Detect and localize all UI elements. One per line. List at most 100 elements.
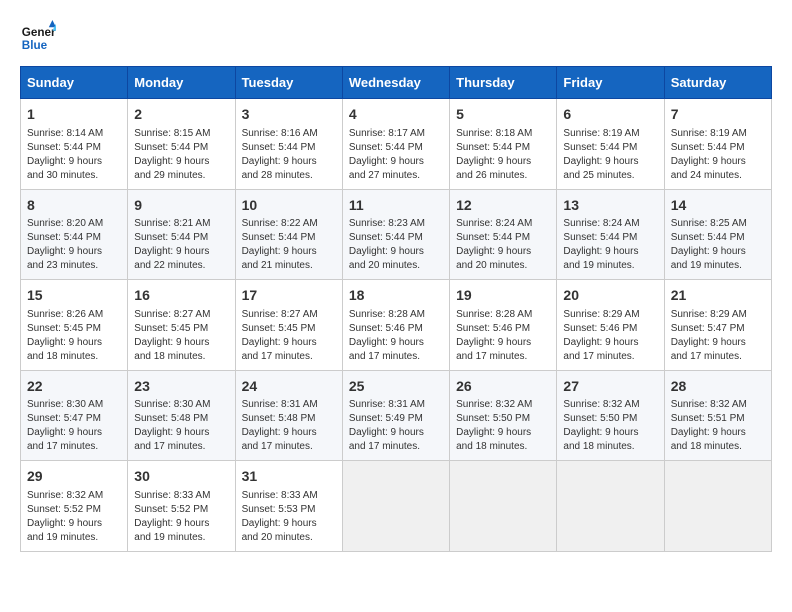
day-number: 13 — [563, 196, 657, 216]
calendar-cell: 15 Sunrise: 8:26 AM Sunset: 5:45 PM Dayl… — [21, 280, 128, 371]
calendar-cell — [664, 461, 771, 552]
day-header-sunday: Sunday — [21, 67, 128, 99]
day-number: 20 — [563, 286, 657, 306]
day-info: Sunrise: 8:24 AM Sunset: 5:44 PM Dayligh… — [563, 217, 657, 273]
calendar-cell: 4 Sunrise: 8:17 AM Sunset: 5:44 PM Dayli… — [342, 99, 449, 190]
calendar-cell: 7 Sunrise: 8:19 AM Sunset: 5:44 PM Dayli… — [664, 99, 771, 190]
day-info: Sunrise: 8:18 AM Sunset: 5:44 PM Dayligh… — [456, 127, 550, 183]
day-info: Sunrise: 8:29 AM Sunset: 5:46 PM Dayligh… — [563, 308, 657, 364]
day-number: 24 — [242, 377, 336, 397]
calendar-cell: 22 Sunrise: 8:30 AM Sunset: 5:47 PM Dayl… — [21, 370, 128, 461]
day-number: 27 — [563, 377, 657, 397]
calendar-cell: 13 Sunrise: 8:24 AM Sunset: 5:44 PM Dayl… — [557, 189, 664, 280]
day-info: Sunrise: 8:23 AM Sunset: 5:44 PM Dayligh… — [349, 217, 443, 273]
calendar-cell: 30 Sunrise: 8:33 AM Sunset: 5:52 PM Dayl… — [128, 461, 235, 552]
day-header-wednesday: Wednesday — [342, 67, 449, 99]
day-header-friday: Friday — [557, 67, 664, 99]
day-number: 7 — [671, 105, 765, 125]
calendar-cell — [450, 461, 557, 552]
calendar-cell: 17 Sunrise: 8:27 AM Sunset: 5:45 PM Dayl… — [235, 280, 342, 371]
day-info: Sunrise: 8:19 AM Sunset: 5:44 PM Dayligh… — [563, 127, 657, 183]
day-number: 5 — [456, 105, 550, 125]
day-number: 16 — [134, 286, 228, 306]
day-info: Sunrise: 8:29 AM Sunset: 5:47 PM Dayligh… — [671, 308, 765, 364]
day-number: 19 — [456, 286, 550, 306]
header: General Blue — [20, 20, 772, 56]
day-info: Sunrise: 8:28 AM Sunset: 5:46 PM Dayligh… — [349, 308, 443, 364]
calendar-cell: 24 Sunrise: 8:31 AM Sunset: 5:48 PM Dayl… — [235, 370, 342, 461]
calendar-cell: 18 Sunrise: 8:28 AM Sunset: 5:46 PM Dayl… — [342, 280, 449, 371]
day-number: 3 — [242, 105, 336, 125]
calendar-cell: 19 Sunrise: 8:28 AM Sunset: 5:46 PM Dayl… — [450, 280, 557, 371]
day-number: 1 — [27, 105, 121, 125]
day-header-tuesday: Tuesday — [235, 67, 342, 99]
day-number: 17 — [242, 286, 336, 306]
day-number: 23 — [134, 377, 228, 397]
calendar-cell: 6 Sunrise: 8:19 AM Sunset: 5:44 PM Dayli… — [557, 99, 664, 190]
calendar-cell: 3 Sunrise: 8:16 AM Sunset: 5:44 PM Dayli… — [235, 99, 342, 190]
calendar-cell: 9 Sunrise: 8:21 AM Sunset: 5:44 PM Dayli… — [128, 189, 235, 280]
calendar-row: 15 Sunrise: 8:26 AM Sunset: 5:45 PM Dayl… — [21, 280, 772, 371]
day-number: 12 — [456, 196, 550, 216]
calendar-cell: 5 Sunrise: 8:18 AM Sunset: 5:44 PM Dayli… — [450, 99, 557, 190]
day-info: Sunrise: 8:14 AM Sunset: 5:44 PM Dayligh… — [27, 127, 121, 183]
day-info: Sunrise: 8:33 AM Sunset: 5:52 PM Dayligh… — [134, 489, 228, 545]
day-info: Sunrise: 8:31 AM Sunset: 5:49 PM Dayligh… — [349, 398, 443, 454]
day-info: Sunrise: 8:33 AM Sunset: 5:53 PM Dayligh… — [242, 489, 336, 545]
day-info: Sunrise: 8:25 AM Sunset: 5:44 PM Dayligh… — [671, 217, 765, 273]
day-number: 14 — [671, 196, 765, 216]
day-info: Sunrise: 8:32 AM Sunset: 5:50 PM Dayligh… — [456, 398, 550, 454]
day-number: 15 — [27, 286, 121, 306]
calendar-row: 8 Sunrise: 8:20 AM Sunset: 5:44 PM Dayli… — [21, 189, 772, 280]
day-number: 10 — [242, 196, 336, 216]
day-info: Sunrise: 8:15 AM Sunset: 5:44 PM Dayligh… — [134, 127, 228, 183]
calendar: SundayMondayTuesdayWednesdayThursdayFrid… — [20, 66, 772, 552]
day-number: 28 — [671, 377, 765, 397]
svg-text:General: General — [22, 26, 56, 39]
day-number: 26 — [456, 377, 550, 397]
calendar-cell: 20 Sunrise: 8:29 AM Sunset: 5:46 PM Dayl… — [557, 280, 664, 371]
day-number: 30 — [134, 467, 228, 487]
calendar-cell: 8 Sunrise: 8:20 AM Sunset: 5:44 PM Dayli… — [21, 189, 128, 280]
calendar-cell: 1 Sunrise: 8:14 AM Sunset: 5:44 PM Dayli… — [21, 99, 128, 190]
day-info: Sunrise: 8:27 AM Sunset: 5:45 PM Dayligh… — [242, 308, 336, 364]
calendar-cell: 10 Sunrise: 8:22 AM Sunset: 5:44 PM Dayl… — [235, 189, 342, 280]
day-info: Sunrise: 8:21 AM Sunset: 5:44 PM Dayligh… — [134, 217, 228, 273]
day-info: Sunrise: 8:31 AM Sunset: 5:48 PM Dayligh… — [242, 398, 336, 454]
calendar-row: 22 Sunrise: 8:30 AM Sunset: 5:47 PM Dayl… — [21, 370, 772, 461]
calendar-cell: 25 Sunrise: 8:31 AM Sunset: 5:49 PM Dayl… — [342, 370, 449, 461]
day-number: 29 — [27, 467, 121, 487]
day-info: Sunrise: 8:17 AM Sunset: 5:44 PM Dayligh… — [349, 127, 443, 183]
day-info: Sunrise: 8:27 AM Sunset: 5:45 PM Dayligh… — [134, 308, 228, 364]
day-header-thursday: Thursday — [450, 67, 557, 99]
day-info: Sunrise: 8:16 AM Sunset: 5:44 PM Dayligh… — [242, 127, 336, 183]
calendar-cell: 14 Sunrise: 8:25 AM Sunset: 5:44 PM Dayl… — [664, 189, 771, 280]
logo: General Blue — [20, 20, 56, 56]
day-header-monday: Monday — [128, 67, 235, 99]
day-number: 11 — [349, 196, 443, 216]
calendar-cell: 12 Sunrise: 8:24 AM Sunset: 5:44 PM Dayl… — [450, 189, 557, 280]
calendar-cell: 16 Sunrise: 8:27 AM Sunset: 5:45 PM Dayl… — [128, 280, 235, 371]
calendar-cell — [557, 461, 664, 552]
day-number: 9 — [134, 196, 228, 216]
day-info: Sunrise: 8:26 AM Sunset: 5:45 PM Dayligh… — [27, 308, 121, 364]
calendar-cell: 28 Sunrise: 8:32 AM Sunset: 5:51 PM Dayl… — [664, 370, 771, 461]
day-info: Sunrise: 8:30 AM Sunset: 5:47 PM Dayligh… — [27, 398, 121, 454]
calendar-cell: 31 Sunrise: 8:33 AM Sunset: 5:53 PM Dayl… — [235, 461, 342, 552]
day-number: 21 — [671, 286, 765, 306]
day-number: 6 — [563, 105, 657, 125]
calendar-cell: 29 Sunrise: 8:32 AM Sunset: 5:52 PM Dayl… — [21, 461, 128, 552]
calendar-cell: 11 Sunrise: 8:23 AM Sunset: 5:44 PM Dayl… — [342, 189, 449, 280]
day-number: 4 — [349, 105, 443, 125]
calendar-cell: 2 Sunrise: 8:15 AM Sunset: 5:44 PM Dayli… — [128, 99, 235, 190]
day-info: Sunrise: 8:22 AM Sunset: 5:44 PM Dayligh… — [242, 217, 336, 273]
day-info: Sunrise: 8:32 AM Sunset: 5:52 PM Dayligh… — [27, 489, 121, 545]
calendar-row: 29 Sunrise: 8:32 AM Sunset: 5:52 PM Dayl… — [21, 461, 772, 552]
calendar-cell: 26 Sunrise: 8:32 AM Sunset: 5:50 PM Dayl… — [450, 370, 557, 461]
day-number: 18 — [349, 286, 443, 306]
day-info: Sunrise: 8:30 AM Sunset: 5:48 PM Dayligh… — [134, 398, 228, 454]
day-info: Sunrise: 8:28 AM Sunset: 5:46 PM Dayligh… — [456, 308, 550, 364]
day-info: Sunrise: 8:32 AM Sunset: 5:50 PM Dayligh… — [563, 398, 657, 454]
day-number: 8 — [27, 196, 121, 216]
svg-text:Blue: Blue — [22, 39, 48, 52]
